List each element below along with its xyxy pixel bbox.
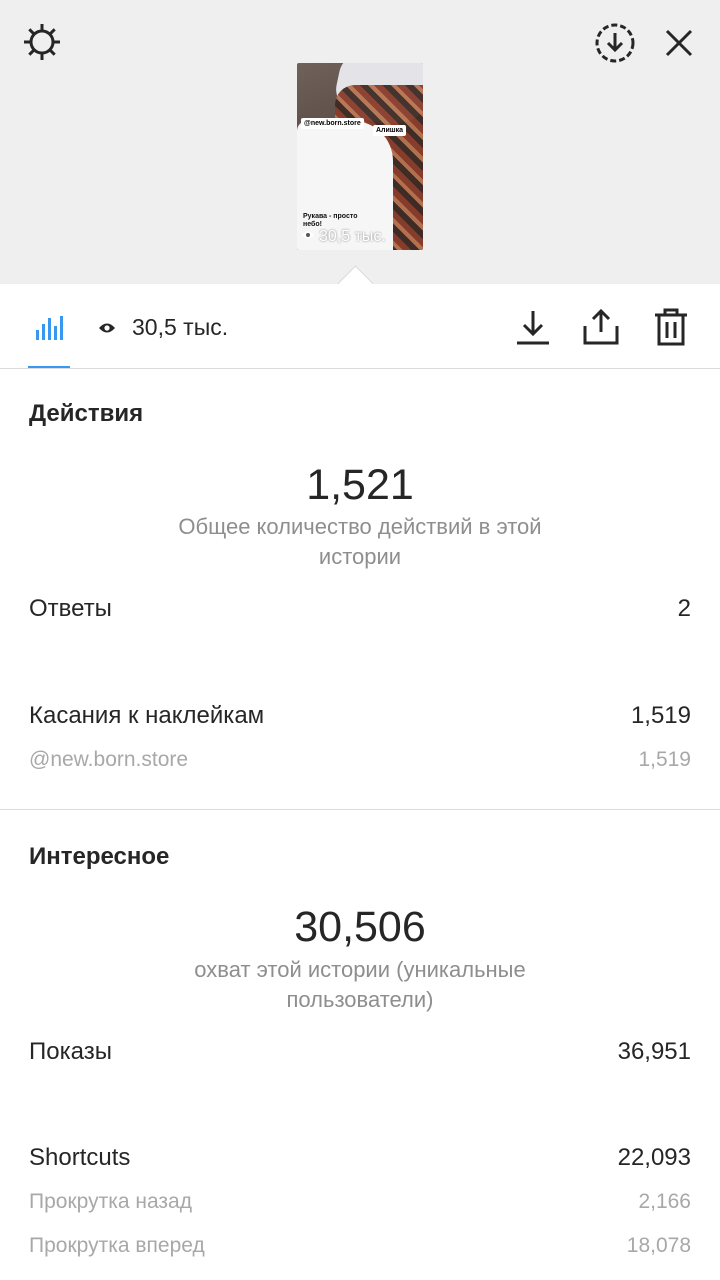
impressions-value: 36,951 bbox=[617, 1038, 691, 1065]
tab-insights[interactable] bbox=[28, 312, 70, 368]
tab-active-underline bbox=[28, 366, 70, 368]
download-icon bbox=[514, 311, 552, 350]
share-button[interactable] bbox=[582, 308, 620, 351]
sticker-account-value: 1,519 bbox=[638, 748, 691, 771]
reach-value: 30,506 bbox=[294, 903, 426, 951]
back-label: Прокрутка назад bbox=[29, 1190, 192, 1213]
mention-sticker: @new.born.store bbox=[301, 118, 364, 129]
back-row: Прокрутка назад 2,166 bbox=[29, 1190, 691, 1214]
total-actions-caption: Общее количество действий в этой истории bbox=[178, 514, 542, 569]
discovery-section-title: Интересное bbox=[29, 843, 170, 870]
replies-value: 2 bbox=[677, 595, 691, 622]
story-thumbnail[interactable]: @new.born.store Алишка Рукава - просто н… bbox=[297, 63, 423, 250]
story-toolbar: 30,5 тыс. bbox=[0, 284, 720, 369]
name-sticker: Алишка bbox=[373, 125, 407, 136]
story-caption: Рукава - просто небо! bbox=[303, 213, 358, 228]
forward-label: Прокрутка вперед bbox=[29, 1234, 205, 1257]
forward-value: 18,078 bbox=[626, 1234, 691, 1257]
impressions-row: Показы 36,951 bbox=[29, 1038, 691, 1066]
replies-label: Ответы bbox=[29, 595, 112, 622]
sticker-account-label: @new.born.store bbox=[29, 748, 189, 771]
share-icon bbox=[582, 308, 620, 350]
eye-icon bbox=[98, 314, 116, 341]
sticker-taps-value: 1,519 bbox=[630, 702, 691, 729]
impressions-label: Показы bbox=[29, 1038, 112, 1065]
thumbnail-views: 30,5 тыс. bbox=[301, 228, 386, 246]
shortcuts-row: Shortcuts 22,093 bbox=[29, 1144, 691, 1172]
sticker-taps-row: Касания к наклейкам 1,519 bbox=[29, 702, 691, 730]
delete-button[interactable] bbox=[654, 308, 688, 351]
sticker-taps-label: Касания к наклейкам bbox=[29, 702, 265, 729]
trash-icon bbox=[654, 308, 688, 350]
eye-icon bbox=[301, 228, 315, 246]
story-preview-area: @new.born.store Алишка Рукава - просто н… bbox=[0, 0, 720, 284]
bar-chart-icon bbox=[34, 314, 64, 347]
views-summary[interactable]: 30,5 тыс. bbox=[98, 312, 228, 342]
forward-row: Прокрутка вперед 18,078 bbox=[29, 1234, 691, 1258]
total-actions-value: 1,521 bbox=[306, 461, 414, 509]
close-icon[interactable] bbox=[664, 28, 694, 58]
actions-section-title: Действия bbox=[29, 400, 144, 427]
gear-icon[interactable] bbox=[22, 22, 62, 62]
sticker-account-row: @new.born.store 1,519 bbox=[29, 748, 691, 772]
shortcuts-label: Shortcuts bbox=[29, 1144, 131, 1171]
download-button[interactable] bbox=[514, 308, 552, 351]
section-divider bbox=[0, 809, 720, 810]
circle-download-icon[interactable] bbox=[594, 22, 636, 64]
replies-row: Ответы 2 bbox=[29, 595, 691, 623]
shortcuts-value: 22,093 bbox=[617, 1144, 691, 1171]
thumbnail-views-count: 30,5 тыс. bbox=[319, 228, 386, 245]
views-count: 30,5 тыс. bbox=[132, 313, 229, 340]
back-value: 2,166 bbox=[638, 1190, 691, 1213]
reach-caption: охват этой истории (уникальные пользоват… bbox=[194, 957, 526, 1012]
